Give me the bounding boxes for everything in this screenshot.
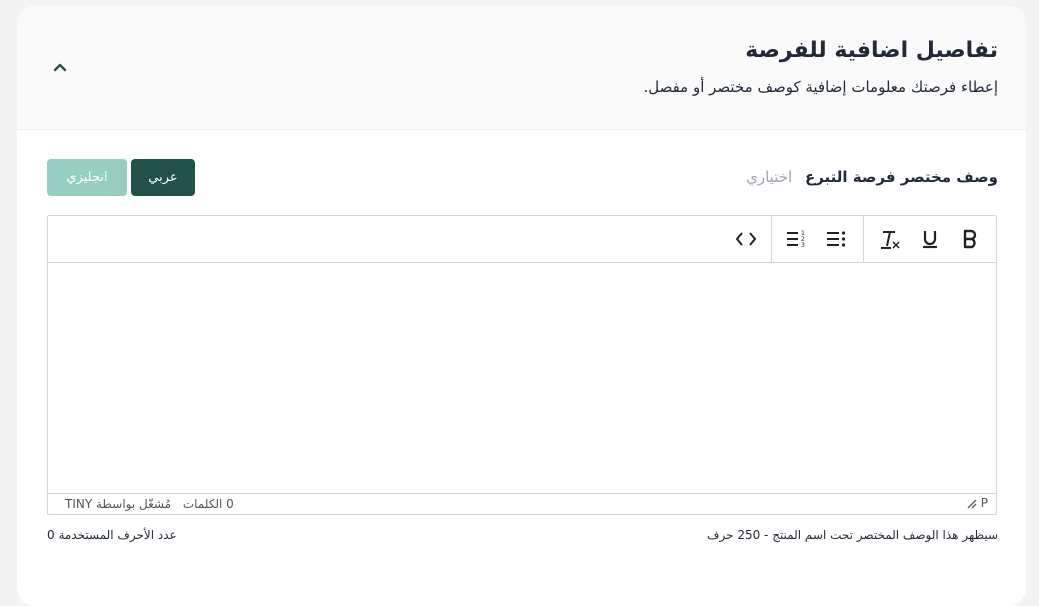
svg-text:3: 3 <box>801 242 805 249</box>
underline-icon <box>923 231 937 249</box>
clear-format-icon <box>881 231 900 249</box>
statusbar-info: 0 الكلمات مُشغّل بواسطة TINY <box>57 497 234 511</box>
list-group: 1 2 3 <box>776 216 856 262</box>
resize-handle-icon[interactable] <box>965 497 977 509</box>
bullet-list-icon <box>827 231 846 247</box>
editor-content-area[interactable] <box>48 263 996 493</box>
collapse-button[interactable] <box>47 54 73 80</box>
field-label-text: وصف مختصر فرصة التبرع <box>804 168 998 186</box>
element-path[interactable]: P <box>981 496 988 510</box>
toolbar-separator <box>863 216 864 262</box>
clear-format-button[interactable] <box>870 219 910 259</box>
editor-toolbar: 1 2 3 <box>48 216 996 263</box>
toolbar-separator <box>771 216 772 262</box>
field-label: وصف مختصر فرصة التبرع اختياري <box>746 168 998 186</box>
tab-english[interactable]: انجليزي <box>47 159 127 196</box>
rich-text-editor: 1 2 3 0 الكلمات مُشغّل بواسطة TINY P <box>47 215 997 515</box>
bold-button[interactable] <box>950 219 990 259</box>
description-hint: سيظهر هذا الوصف المختصر تحت اسم المنتج -… <box>707 528 998 542</box>
statusbar-path-area: P <box>965 496 988 510</box>
optional-label: اختياري <box>746 168 793 186</box>
format-group <box>870 216 990 262</box>
details-card: تفاصيل اضافية للفرصة إعطاء فرصتك معلومات… <box>17 6 1026 606</box>
section-subtitle: إعطاء فرصتك معلومات إضافية كوصف مختصر أو… <box>643 78 998 96</box>
powered-by-link[interactable]: مُشغّل بواسطة TINY <box>65 497 171 511</box>
code-group <box>726 216 766 262</box>
underline-button[interactable] <box>910 219 950 259</box>
source-code-button[interactable] <box>726 219 766 259</box>
editor-statusbar: 0 الكلمات مُشغّل بواسطة TINY P <box>48 493 996 514</box>
word-count: 0 الكلمات <box>182 497 234 511</box>
code-icon <box>735 232 757 246</box>
numbered-list-icon: 1 2 3 <box>787 230 805 249</box>
tab-arabic[interactable]: عربي <box>131 159 195 196</box>
section-title: تفاصيل اضافية للفرصة <box>745 38 998 63</box>
bold-icon <box>963 229 977 249</box>
section-header: تفاصيل اضافية للفرصة إعطاء فرصتك معلومات… <box>17 6 1026 130</box>
numbered-list-button[interactable]: 1 2 3 <box>776 219 816 259</box>
bullet-list-button[interactable] <box>816 219 856 259</box>
char-counter: عدد الأحرف المستخدمة 0 <box>47 528 177 542</box>
chevron-up-icon <box>53 63 67 72</box>
